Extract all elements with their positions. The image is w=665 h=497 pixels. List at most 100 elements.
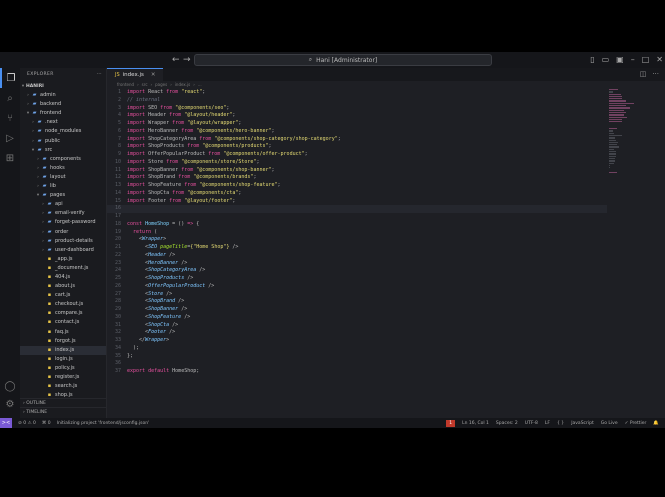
tree-folder[interactable]: › ▰ components (20, 155, 106, 164)
tree-file[interactable]: ▪ 404.js (20, 273, 106, 282)
tree-folder[interactable]: › ▰ api (20, 200, 106, 209)
code-line[interactable]: 17 (107, 213, 607, 221)
code-line[interactable]: 33 </Wrapper> (107, 337, 607, 345)
code-line[interactable]: 31 <ShopCta /> (107, 322, 607, 330)
code-line[interactable]: 2 // internal (107, 97, 607, 105)
tree-folder[interactable]: › ▰ backend (20, 100, 106, 109)
breadcrumb-item[interactable]: ... (198, 81, 202, 89)
close-tab-icon[interactable]: ✕ (151, 72, 156, 78)
run-debug-icon[interactable]: ▷ (0, 128, 20, 148)
toggle-sidebar-icon[interactable]: ▯ (590, 54, 594, 66)
tab-index-js[interactable]: JS index.js ✕ (107, 68, 164, 81)
more-actions-icon[interactable]: ··· (652, 70, 659, 78)
command-center[interactable]: ⌕ Hani [Administrator] (194, 54, 492, 66)
code-line[interactable]: 14 import ShopCta from "@components/cta"; (107, 190, 607, 198)
layout-icon[interactable]: ▣ (616, 54, 624, 66)
code-line[interactable]: 37 export default HomeShop; (107, 368, 607, 376)
code-line[interactable]: 13 import ShopFeature from "@components/s… (107, 182, 607, 190)
close-icon[interactable]: ✕ (656, 54, 663, 66)
code-line[interactable]: 19 return ( (107, 229, 607, 237)
code-line[interactable]: 35}; (107, 353, 607, 361)
code-line[interactable]: 21 <SEO pageTitle={"Home Shop"} /> (107, 244, 607, 252)
breadcrumb-item[interactable]: index.js (175, 81, 190, 89)
code-line[interactable]: 15 import Footer from "@layout/footer"; (107, 198, 607, 206)
tree-file[interactable]: ▪ forgot.js (20, 337, 106, 346)
remote-indicator[interactable]: >< (0, 418, 12, 428)
code-line[interactable]: 23 <HeroBanner /> (107, 260, 607, 268)
tree-folder[interactable]: › ▰ node_modules (20, 127, 106, 136)
tree-file[interactable]: ▪ search.js (20, 382, 106, 391)
more-actions-icon[interactable]: ··· (97, 68, 103, 82)
explorer-root[interactable]: ▾ HANIRI (20, 82, 106, 91)
tree-folder[interactable]: › ▰ email-verify (20, 209, 106, 218)
minimap[interactable] (609, 89, 635, 173)
tree-folder[interactable]: ▾ ▰ frontend (20, 109, 106, 118)
code-line[interactable]: 22 <Header /> (107, 252, 607, 260)
code-line[interactable]: 4 import Header from "@layout/header"; (107, 112, 607, 120)
forward-icon[interactable]: → (183, 54, 191, 66)
code-line[interactable]: 26 <OfferPopularProduct /> (107, 283, 607, 291)
code-line[interactable]: 1 import React from "react"; (107, 89, 607, 97)
code-line[interactable]: 24 <ShopCategoryArea /> (107, 267, 607, 275)
explorer-icon[interactable]: ❐ (0, 68, 20, 88)
split-editor-icon[interactable]: ◫ (640, 70, 647, 78)
encoding[interactable]: UTF-8 (525, 421, 538, 426)
code-line[interactable]: 32 <Footer /> (107, 329, 607, 337)
problems-indicator[interactable]: ⊘ 0 ⚠ 0 (18, 421, 36, 426)
prettier-status[interactable]: ✓ Prettier (625, 421, 647, 426)
tree-file[interactable]: ▪ faq.js (20, 328, 106, 337)
tree-file[interactable]: ▪ _app.js (20, 255, 106, 264)
code-line[interactable]: 5 import Wrapper from "@layout/wrapper"; (107, 120, 607, 128)
toggle-panel-icon[interactable]: ▭ (602, 54, 610, 66)
code-line[interactable]: 8 import ShopProducts from "@components/p… (107, 143, 607, 151)
tree-file[interactable]: ▪ index.js (20, 345, 106, 355)
tree-folder[interactable]: › ▰ layout (20, 173, 106, 182)
language-braces-icon[interactable]: { } (557, 421, 564, 426)
tree-file[interactable]: ▪ about.js (20, 282, 106, 291)
tree-file[interactable]: ▪ policy.js (20, 364, 106, 373)
code-line[interactable]: 12 import ShopBrand from "@components/bra… (107, 174, 607, 182)
notification-badge[interactable]: 1 (446, 419, 456, 427)
indentation[interactable]: Spaces: 2 (496, 421, 518, 426)
breadcrumb-item[interactable]: pages (155, 81, 167, 89)
ports-indicator[interactable]: ⌘ 0 (42, 421, 51, 426)
code-view[interactable]: 1 import React from "react"; 2 // internal 3… (107, 89, 607, 376)
go-live-button[interactable]: Go Live (601, 421, 618, 426)
code-line[interactable]: 9 import OfferPopularProduct from "@compo… (107, 151, 607, 159)
tree-file[interactable]: ▪ _document.js (20, 264, 106, 273)
code-line[interactable]: 18 const HomeShop = () => { (107, 221, 607, 229)
source-control-icon[interactable]: ⑂ (0, 108, 20, 128)
tree-folder[interactable]: › ▰ admin (20, 91, 106, 100)
tree-file[interactable]: ▪ contact.js (20, 318, 106, 327)
code-line[interactable]: 3 import SEO from "@components/seo"; (107, 105, 607, 113)
code-line[interactable]: 27 <Store /> (107, 291, 607, 299)
tree-file[interactable]: ▪ cart.js (20, 291, 106, 300)
code-line[interactable]: 11 import ShopBanner from "@components/sh… (107, 167, 607, 175)
code-line[interactable]: 34 ); (107, 345, 607, 353)
tree-file[interactable]: ▪ login.js (20, 355, 106, 364)
cursor-position[interactable]: Ln 16, Col 1 (462, 421, 489, 426)
bell-icon[interactable]: 🔔 (653, 421, 659, 426)
account-icon[interactable]: ◯ (0, 376, 20, 396)
code-line[interactable]: 30 <ShopFeature /> (107, 314, 607, 322)
tree-folder[interactable]: › ▰ user-dashboard (20, 246, 106, 255)
language-mode[interactable]: JavaScript (571, 421, 594, 426)
tree-file[interactable]: ▪ compare.js (20, 309, 106, 318)
code-line[interactable]: 6 import HeroBanner from "@components/her… (107, 128, 607, 136)
line-ending[interactable]: LF (545, 421, 550, 426)
breadcrumb-item[interactable]: frontend (117, 81, 134, 89)
tree-folder[interactable]: ▾ ▰ pages (20, 191, 106, 200)
tree-folder[interactable]: › ▰ product-details (20, 237, 106, 246)
tree-file[interactable]: ▪ register.js (20, 373, 106, 382)
extensions-icon[interactable]: ⊞ (0, 148, 20, 168)
tree-folder[interactable]: ▾ ▰ src (20, 146, 106, 155)
code-line[interactable]: 36 (107, 360, 607, 368)
code-line[interactable]: 28 <ShopBrand /> (107, 298, 607, 306)
code-line[interactable]: 7 import ShopCategoryArea from "@componen… (107, 136, 607, 144)
tree-folder[interactable]: › ▰ .next (20, 118, 106, 127)
tree-folder[interactable]: › ▰ order (20, 228, 106, 237)
minimize-icon[interactable]: – (631, 54, 635, 66)
timeline-section[interactable]: › TIMELINE (20, 407, 107, 416)
code-line[interactable]: 25 <ShopProducts /> (107, 275, 607, 283)
outline-section[interactable]: › OUTLINE (20, 398, 107, 407)
